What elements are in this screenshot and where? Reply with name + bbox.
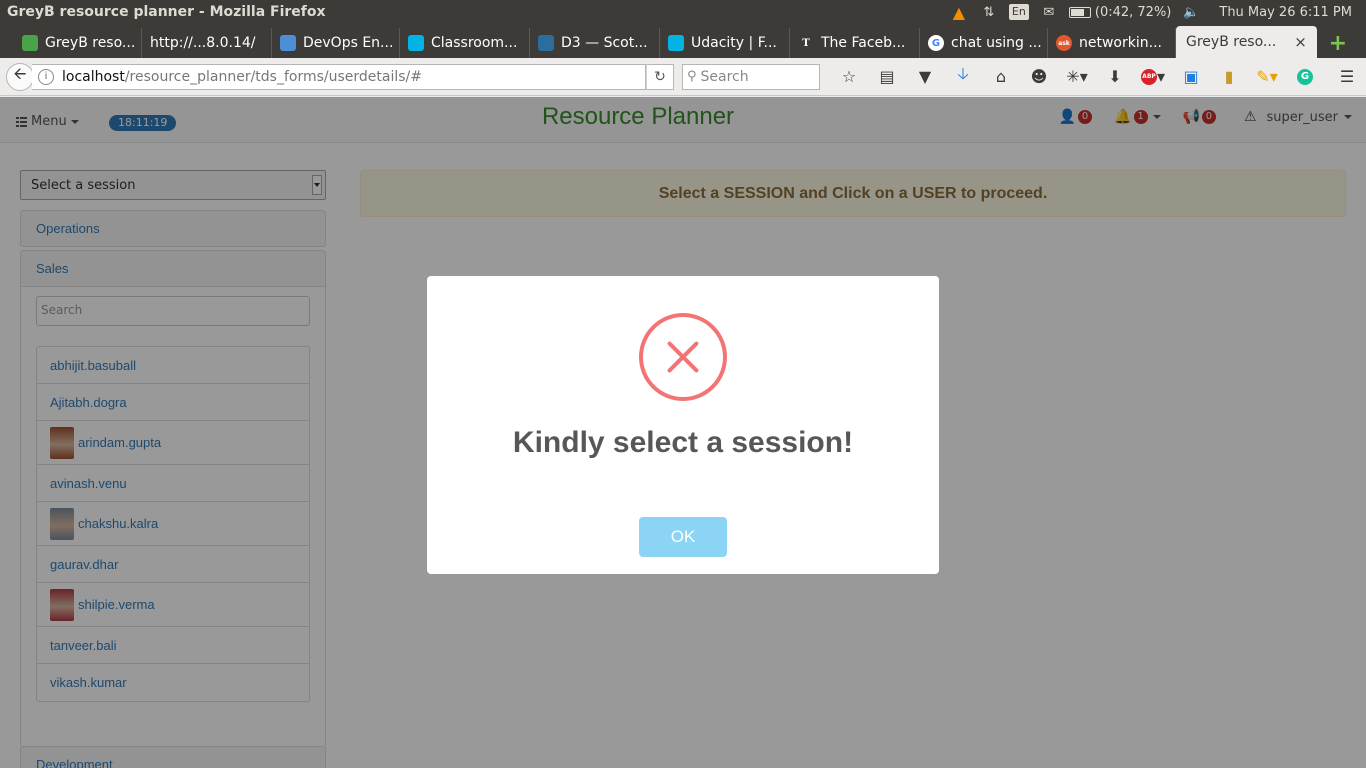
- reading-list-icon[interactable]: ▤: [868, 63, 906, 91]
- search-placeholder: Search: [700, 68, 749, 85]
- notes-icon[interactable]: ▮: [1210, 63, 1248, 91]
- tab-label: D3 — Scot...: [561, 35, 648, 51]
- battery-level-fill: [1070, 8, 1084, 16]
- tab-label: The Faceb...: [821, 35, 906, 51]
- tab-label: DevOps En...: [303, 35, 394, 51]
- udacity-favicon-icon: [408, 35, 424, 51]
- udacity-favicon-icon: [668, 35, 684, 51]
- back-button[interactable]: 🡨: [6, 62, 34, 91]
- battery-status-text: (0:42, 72%): [1094, 4, 1172, 20]
- tab-label: Udacity | F...: [691, 35, 777, 51]
- google-favicon-icon: G: [928, 35, 944, 51]
- nyt-favicon-icon: T: [802, 37, 810, 49]
- battery-icon: [1068, 6, 1091, 18]
- search-input[interactable]: ⚲ Search: [682, 63, 820, 90]
- save-page-icon[interactable]: ⬇: [1096, 63, 1134, 91]
- browser-tab-bar: GreyB reso... http://...8.0.14/DevOps En.…: [0, 24, 1366, 58]
- d3-favicon-icon: [538, 35, 554, 51]
- tab-close-icon[interactable]: ×: [1294, 33, 1307, 51]
- tab-label: chat using ...: [951, 35, 1042, 51]
- doc-favicon-icon: [280, 35, 296, 51]
- tab-5[interactable]: D3 — Scot...: [530, 28, 660, 58]
- tab-4[interactable]: Classroom...: [400, 28, 530, 58]
- volume-muted-icon[interactable]: 🔈: [1181, 3, 1201, 21]
- home-icon[interactable]: ⌂: [982, 63, 1020, 91]
- active-tab-label: GreyB reso...: [1186, 34, 1277, 50]
- error-x-icon: [639, 313, 727, 401]
- error-dialog: Kindly select a session! OK: [427, 276, 939, 574]
- tab-label: http://...8.0.14/: [150, 35, 256, 51]
- window-title: GreyB resource planner - Mozilla Firefox: [7, 4, 326, 20]
- screenshot-icon[interactable]: ▣: [1172, 63, 1210, 91]
- clock-datetime[interactable]: Thu May 26 6:11 PM: [1219, 5, 1352, 20]
- pocket-icon[interactable]: ▼: [906, 63, 944, 91]
- tab-3[interactable]: DevOps En...: [272, 28, 400, 58]
- tab-label: GreyB reso...: [45, 35, 136, 51]
- ok-button[interactable]: OK: [639, 517, 727, 557]
- bookmark-star-icon[interactable]: ☆: [830, 63, 868, 91]
- reload-button[interactable]: ↻: [646, 63, 674, 90]
- url-path: /resource_planner/tds_forms/userdetails/…: [124, 68, 423, 85]
- hamburger-menu-icon[interactable]: ☰: [1328, 63, 1366, 91]
- site-info-icon[interactable]: i: [38, 68, 54, 85]
- ask-favicon-icon: ask: [1056, 35, 1072, 51]
- search-icon: ⚲: [687, 69, 697, 84]
- grammarly-icon[interactable]: G: [1286, 63, 1324, 91]
- system-tray: ▲ ⇅ En ✉ (0:42, 72%) 🔈 Thu May 26 6:11 P…: [949, 3, 1366, 22]
- greyb-favicon-icon: [22, 35, 38, 51]
- chat-icon[interactable]: ☻: [1020, 63, 1058, 91]
- tab-label: Classroom...: [431, 35, 518, 51]
- tab-6[interactable]: Udacity | F...: [660, 28, 790, 58]
- back-arrow-icon: 🡨: [13, 64, 27, 83]
- tab-2[interactable]: http://...8.0.14/: [142, 28, 272, 58]
- adblock-icon[interactable]: ABP ▾: [1134, 63, 1172, 91]
- pencil-icon[interactable]: ✎▾: [1248, 63, 1286, 91]
- tab-8[interactable]: Gchat using ...: [920, 28, 1048, 58]
- url-bar[interactable]: i localhost /resource_planner/tds_forms/…: [32, 63, 646, 90]
- keyboard-layout-indicator[interactable]: En: [1008, 4, 1029, 20]
- tab-9[interactable]: ask networkin...: [1048, 28, 1176, 58]
- extension-icon[interactable]: ✳▾: [1058, 63, 1096, 91]
- tab-active[interactable]: GreyB reso... ×: [1176, 26, 1317, 58]
- tab-7[interactable]: T The Faceb...: [790, 28, 920, 58]
- reload-icon: ↻: [654, 68, 666, 85]
- mail-icon[interactable]: ✉: [1039, 3, 1059, 21]
- toolbar-icons: ☆ ▤ ▼ 🡣 ⌂ ☻ ✳▾ ⬇ ABP ▾ ▣ ▮ ✎▾ G ☰: [830, 63, 1366, 91]
- new-tab-button[interactable]: +: [1323, 28, 1353, 58]
- dialog-title: Kindly select a session!: [512, 426, 854, 459]
- url-host: localhost: [62, 68, 125, 85]
- tab-1[interactable]: GreyB reso...: [14, 28, 142, 58]
- battery-indicator[interactable]: (0:42, 72%): [1068, 4, 1172, 20]
- navigation-toolbar: 🡨 i localhost /resource_planner/tds_form…: [0, 58, 1366, 96]
- downloads-icon[interactable]: 🡣: [944, 63, 982, 91]
- vlc-icon[interactable]: ▲: [949, 3, 969, 22]
- tab-label: networkin...: [1079, 35, 1162, 51]
- os-top-bar: GreyB resource planner - Mozilla Firefox…: [0, 0, 1366, 24]
- network-transfer-icon[interactable]: ⇅: [979, 3, 999, 21]
